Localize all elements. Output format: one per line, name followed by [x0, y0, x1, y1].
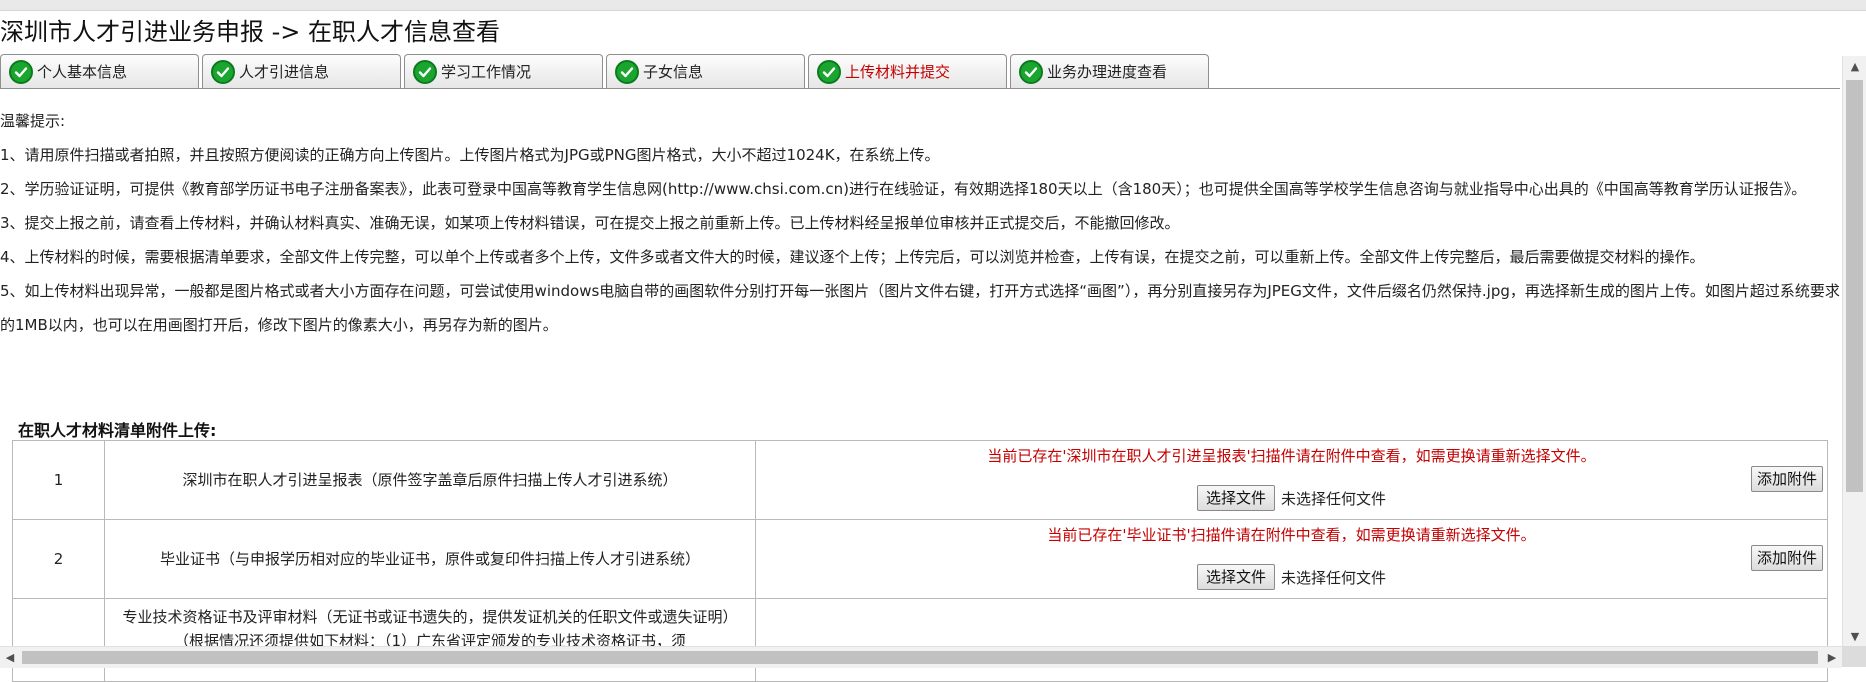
- scroll-left-arrow-icon[interactable]: ◀: [0, 647, 20, 668]
- row-number: 2: [12, 519, 105, 599]
- tab-label: 上传材料并提交: [845, 63, 951, 81]
- scroll-down-arrow-icon[interactable]: ▼: [1843, 626, 1866, 646]
- tab-upload-submit[interactable]: 上传材料并提交: [808, 54, 1007, 88]
- add-attachment-button[interactable]: 添加附件: [1750, 466, 1823, 492]
- tips-panel: 温馨提示: 1、请用原件扫描或者拍照，并且按照方便阅读的正确方向上传图片。上传图…: [0, 104, 1842, 342]
- upload-cell: 当前已存在'深圳市在职人才引进呈报表'扫描件请在附件中查看，如需更换请重新选择文…: [755, 440, 1828, 520]
- tab-label: 业务办理进度查看: [1047, 63, 1168, 81]
- file-picker: 选择文件 未选择任何文件: [756, 564, 1827, 590]
- choose-file-button[interactable]: 选择文件: [1196, 485, 1275, 511]
- material-name: 专业技术资格证书及评审材料（无证书或证书遗失的，提供发证机关的任职文件或遗失证明…: [104, 598, 756, 682]
- tip-item: 1、请用原件扫描或者拍照，并且按照方便阅读的正确方向上传图片。上传图片格式为JP…: [0, 146, 940, 164]
- material-name: 深圳市在职人才引进呈报表（原件签字盖章后原件扫描上传人才引进系统）: [104, 440, 756, 520]
- check-icon: [211, 59, 235, 84]
- tab-talent-intro-info[interactable]: 人才引进信息: [202, 54, 401, 88]
- tip-item: 5、如上传材料出现异常，一般都是图片格式或者大小方面存在问题，可尝试使用wind…: [0, 282, 1840, 334]
- browser-top-strip: [0, 0, 1866, 11]
- tab-label: 学习工作情况: [441, 63, 532, 81]
- no-file-label: 未选择任何文件: [1281, 489, 1387, 508]
- row-number: [12, 598, 105, 682]
- no-file-label: 未选择任何文件: [1281, 568, 1387, 587]
- tab-personal-info[interactable]: 个人基本信息: [0, 54, 199, 88]
- tip-item: 4、上传材料的时候，需要根据清单要求，全部文件上传完整，可以单个上传或者多个上传…: [0, 248, 1705, 266]
- upload-cell: 当前已存在'毕业证书'扫描件请在附件中查看，如需更换请重新选择文件。 选择文件未…: [755, 519, 1828, 599]
- page-title: 深圳市人才引进业务申报 -> 在职人才信息查看: [0, 18, 501, 46]
- tips-heading: 温馨提示:: [0, 112, 66, 130]
- add-attachment-button[interactable]: 添加附件: [1750, 545, 1823, 571]
- tab-label: 人才引进信息: [239, 63, 330, 81]
- section-title: 在职人才材料清单附件上传:: [18, 421, 217, 440]
- tab-label: 子女信息: [643, 63, 704, 81]
- check-icon: [9, 59, 33, 84]
- table-row: 2 毕业证书（与申报学历相对应的毕业证书，原件或复印件扫描上传人才引进系统） 当…: [12, 519, 1828, 599]
- tip-item: 2、学历验证证明，可提供《教育部学历证书电子注册备案表》，此表可登录中国高等教育…: [0, 180, 1807, 198]
- check-icon: [615, 59, 639, 84]
- scroll-right-arrow-icon[interactable]: ▶: [1822, 647, 1842, 668]
- tab-label: 个人基本信息: [37, 63, 128, 81]
- check-icon: [1019, 59, 1043, 84]
- choose-file-button[interactable]: 选择文件: [1196, 564, 1275, 590]
- tab-children-info[interactable]: 子女信息: [606, 54, 805, 88]
- vertical-scroll-thumb[interactable]: [1846, 80, 1863, 492]
- existing-file-notice: 当前已存在'深圳市在职人才引进呈报表'扫描件请在附件中查看，如需更换请重新选择文…: [987, 447, 1596, 465]
- tip-item: 3、提交上报之前，请查看上传材料，并确认材料真实、准确无误，如某项上传材料错误，…: [0, 214, 1180, 232]
- tab-progress-view[interactable]: 业务办理进度查看: [1010, 54, 1209, 88]
- check-icon: [413, 59, 437, 84]
- horizontal-scroll-thumb[interactable]: [22, 651, 1818, 664]
- horizontal-scrollbar[interactable]: ◀ ▶: [0, 646, 1842, 668]
- existing-file-notice: 当前已存在'毕业证书'扫描件请在附件中查看，如需更换请重新选择文件。: [1047, 526, 1536, 544]
- table-row: 1 深圳市在职人才引进呈报表（原件签字盖章后原件扫描上传人才引进系统） 当前已存…: [12, 440, 1828, 520]
- tab-divider: [0, 88, 1840, 89]
- check-icon: [817, 59, 841, 84]
- scroll-up-arrow-icon[interactable]: ▲: [1843, 56, 1866, 76]
- scrollbar-corner: [1842, 646, 1866, 667]
- file-picker: 选择文件 未选择任何文件: [756, 485, 1827, 511]
- material-name: 毕业证书（与申报学历相对应的毕业证书，原件或复印件扫描上传人才引进系统）: [104, 519, 756, 599]
- table-row: 专业技术资格证书及评审材料（无证书或证书遗失的，提供发证机关的任职文件或遗失证明…: [12, 598, 1828, 682]
- row-number: 1: [12, 440, 105, 520]
- tab-study-work[interactable]: 学习工作情况: [404, 54, 603, 88]
- upload-cell: [755, 598, 1828, 682]
- vertical-scrollbar[interactable]: ▲ ▼: [1842, 56, 1866, 646]
